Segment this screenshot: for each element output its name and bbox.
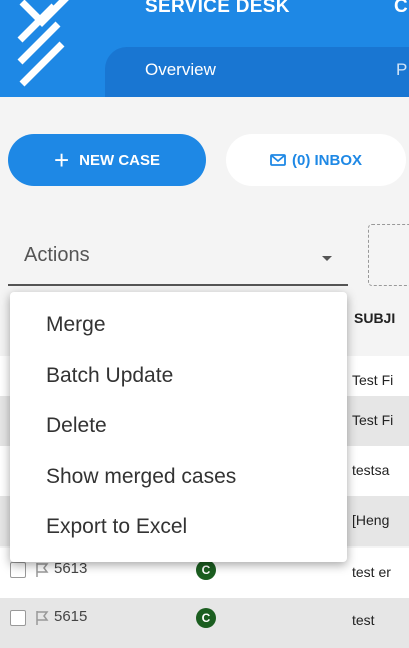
actions-select-label: Actions xyxy=(24,244,90,266)
menu-item-delete[interactable]: Delete xyxy=(10,401,347,452)
menu-item-export-to-excel[interactable]: Export to Excel xyxy=(10,502,347,553)
drop-zone[interactable] xyxy=(368,224,409,286)
flag-icon[interactable] xyxy=(34,562,50,578)
inbox-button[interactable]: (0) INBOX xyxy=(226,134,406,186)
app-title: SERVICE DESK xyxy=(145,0,290,17)
row-subject: test xyxy=(352,612,375,628)
row-checkbox[interactable] xyxy=(10,562,26,578)
row-subject: test er xyxy=(352,564,391,580)
status-badge: C xyxy=(196,560,216,580)
menu-item-batch-update[interactable]: Batch Update xyxy=(10,351,347,402)
actions-menu: Merge Batch Update Delete Show merged ca… xyxy=(10,292,347,562)
logo-icon xyxy=(17,0,69,87)
row-subject: testsa xyxy=(352,462,390,478)
status-badge: C xyxy=(196,608,216,628)
plus-icon: + xyxy=(53,145,70,175)
app-title-next[interactable]: C xyxy=(394,0,408,18)
row-subject: Test Fi xyxy=(352,372,394,388)
caret-down-icon xyxy=(322,256,332,261)
case-id[interactable]: 5613 xyxy=(54,560,87,577)
new-case-button[interactable]: + NEW CASE xyxy=(8,134,206,186)
row-subject: Test Fi xyxy=(352,412,394,428)
menu-item-show-merged-cases[interactable]: Show merged cases xyxy=(10,452,347,503)
case-id[interactable]: 5615 xyxy=(54,608,87,625)
subject-column-header[interactable]: SUBJI xyxy=(354,310,395,326)
row-subject: [Heng xyxy=(352,512,390,528)
tab-overview[interactable]: Overview xyxy=(145,60,216,80)
app-header: SERVICE DESK C Overview P xyxy=(0,0,409,97)
table-row[interactable]: 5615 C test xyxy=(0,598,409,648)
actions-select[interactable]: Actions xyxy=(8,230,348,286)
inbox-label: (0) INBOX xyxy=(291,151,362,169)
mail-icon xyxy=(270,154,286,166)
new-case-label: NEW CASE xyxy=(79,151,161,169)
tab-next[interactable]: P xyxy=(396,60,407,80)
menu-item-merge[interactable]: Merge xyxy=(10,300,347,351)
